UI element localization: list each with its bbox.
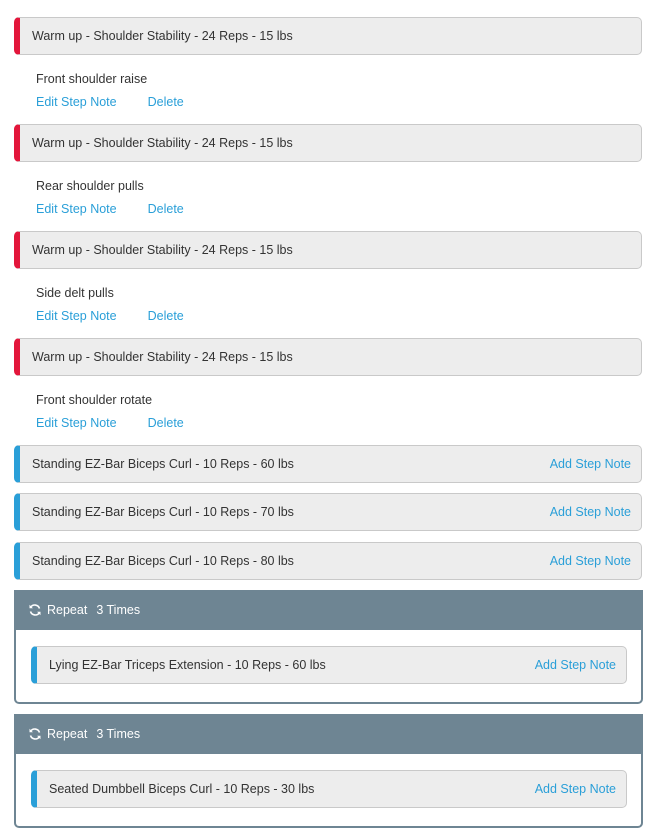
step-note-text: Side delt pulls	[36, 286, 114, 300]
repeat-header[interactable]: Repeat 3 Times	[14, 714, 643, 754]
repeat-block: Repeat 3 Times Lying EZ-Bar Triceps Exte…	[14, 590, 643, 704]
edit-step-note-link[interactable]: Edit Step Note	[36, 309, 117, 323]
repeat-body: Lying EZ-Bar Triceps Extension - 10 Reps…	[16, 630, 641, 702]
warmup-step-card[interactable]: Warm up - Shoulder Stability - 24 Reps -…	[14, 124, 642, 162]
edit-step-note-link[interactable]: Edit Step Note	[36, 95, 117, 109]
warmup-step-card[interactable]: Warm up - Shoulder Stability - 24 Reps -…	[14, 231, 642, 269]
exercise-step-card[interactable]: Seated Dumbbell Biceps Curl - 10 Reps - …	[31, 770, 627, 808]
repeat-block: Repeat 3 Times Seated Dumbbell Biceps Cu…	[14, 714, 643, 828]
repeat-count: 3 Times	[96, 603, 141, 617]
step-note-actions: Edit Step Note Delete	[36, 309, 184, 323]
add-step-note-link[interactable]: Add Step Note	[535, 658, 626, 672]
step-note-text: Rear shoulder pulls	[36, 179, 144, 193]
add-step-note-link[interactable]: Add Step Note	[535, 782, 626, 796]
delete-link[interactable]: Delete	[148, 202, 184, 216]
repeat-count: 3 Times	[96, 727, 141, 741]
delete-link[interactable]: Delete	[148, 309, 184, 323]
refresh-icon	[28, 603, 42, 617]
step-title: Warm up - Shoulder Stability - 24 Reps -…	[32, 136, 293, 150]
step-note-text: Front shoulder rotate	[36, 393, 153, 407]
step-note-text: Front shoulder raise	[36, 72, 148, 86]
exercise-step-card[interactable]: Standing EZ-Bar Biceps Curl - 10 Reps - …	[14, 542, 642, 580]
edit-step-note-link[interactable]: Edit Step Note	[36, 202, 117, 216]
add-step-note-link[interactable]: Add Step Note	[550, 554, 641, 568]
step-note-actions: Edit Step Note Delete	[36, 416, 184, 430]
refresh-icon	[28, 727, 42, 741]
delete-link[interactable]: Delete	[148, 416, 184, 430]
step-note-actions: Edit Step Note Delete	[36, 202, 184, 216]
step-title: Lying EZ-Bar Triceps Extension - 10 Reps…	[49, 658, 326, 672]
step-title: Warm up - Shoulder Stability - 24 Reps -…	[32, 350, 293, 364]
repeat-body: Seated Dumbbell Biceps Curl - 10 Reps - …	[16, 754, 641, 826]
step-title: Standing EZ-Bar Biceps Curl - 10 Reps - …	[32, 554, 294, 568]
step-note-actions: Edit Step Note Delete	[36, 95, 184, 109]
repeat-header[interactable]: Repeat 3 Times	[14, 590, 643, 630]
delete-link[interactable]: Delete	[148, 95, 184, 109]
add-step-note-link[interactable]: Add Step Note	[550, 505, 641, 519]
edit-step-note-link[interactable]: Edit Step Note	[36, 416, 117, 430]
warmup-step-card[interactable]: Warm up - Shoulder Stability - 24 Reps -…	[14, 17, 642, 55]
step-title: Warm up - Shoulder Stability - 24 Reps -…	[32, 243, 293, 257]
warmup-step-card[interactable]: Warm up - Shoulder Stability - 24 Reps -…	[14, 338, 642, 376]
step-title: Standing EZ-Bar Biceps Curl - 10 Reps - …	[32, 457, 294, 471]
step-title: Standing EZ-Bar Biceps Curl - 10 Reps - …	[32, 505, 294, 519]
add-step-note-link[interactable]: Add Step Note	[550, 457, 641, 471]
step-title: Warm up - Shoulder Stability - 24 Reps -…	[32, 29, 293, 43]
exercise-step-card[interactable]: Standing EZ-Bar Biceps Curl - 10 Reps - …	[14, 445, 642, 483]
exercise-step-card[interactable]: Lying EZ-Bar Triceps Extension - 10 Reps…	[31, 646, 627, 684]
exercise-step-card[interactable]: Standing EZ-Bar Biceps Curl - 10 Reps - …	[14, 493, 642, 531]
step-title: Seated Dumbbell Biceps Curl - 10 Reps - …	[49, 782, 315, 796]
repeat-label: Repeat	[47, 727, 88, 741]
repeat-label: Repeat	[47, 603, 88, 617]
